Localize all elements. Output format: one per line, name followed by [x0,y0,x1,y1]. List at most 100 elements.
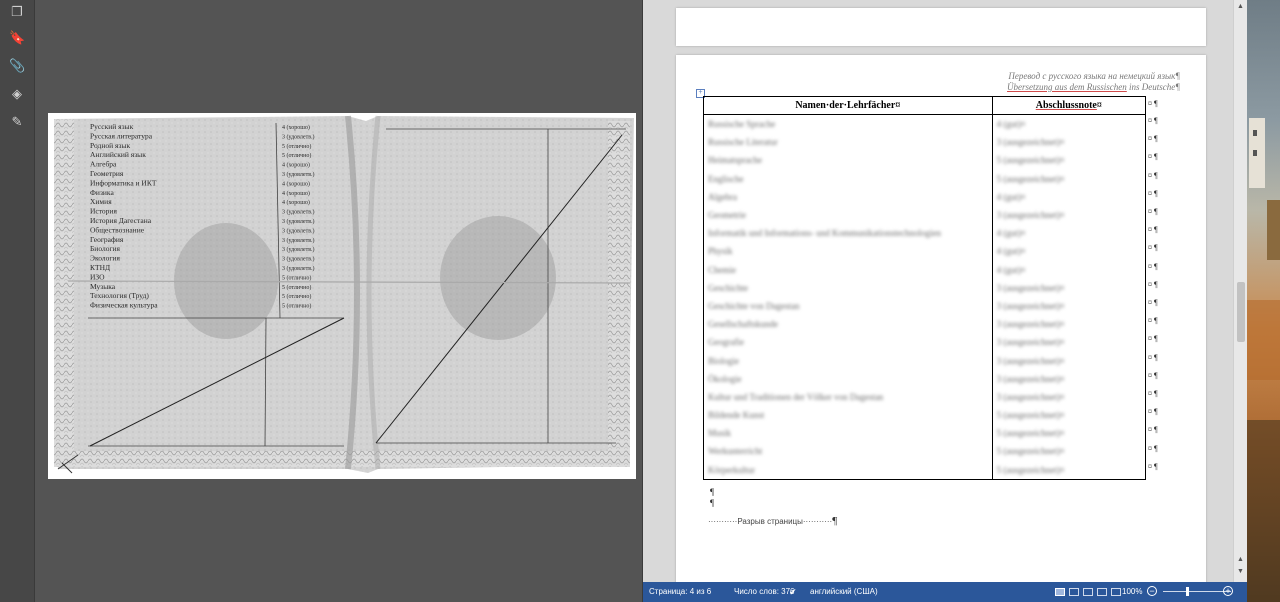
table-row: Bildende Kunst 5 (ausgezeichnet)¤ [703,406,1147,425]
page-counter[interactable]: Страница: 4 из 6 [649,582,711,602]
scan-grade-text: 3 (удовлетв.) [282,218,315,225]
grade-cell[interactable]: 5 (ausgezeichnet)¤ [992,151,1147,170]
subject-cell[interactable]: Werkunterricht [703,442,993,461]
scanned-certificate-image: Русский язык 4 (хорошо) Русская литература… [54,115,634,474]
subject-cell[interactable]: Gesellschaftskunde [703,315,993,334]
row-end-mark: ¤ ¶ [1148,298,1158,307]
scan-subject-text: История [90,207,117,216]
table-header-row: Namen·der·Lehrfächer¤ Abschlussnote¤ [703,96,1147,115]
pdf-tool-sidebar: ❐ 🔖 📎 ◈ ✎ [0,0,35,602]
current-page[interactable]: Перевод с русского языка на немецкий язы… [676,55,1206,582]
scan-subject-text: Русский язык [90,122,134,131]
grade-cell[interactable]: 3 (ausgezeichnet)¤ [992,351,1147,370]
grades-table[interactable]: Namen·der·Lehrfächer¤ Abschlussnote¤ Rus… [703,96,1147,480]
zoom-in-button[interactable]: + [1223,586,1233,596]
grade-cell[interactable]: 5 (ausgezeichnet)¤ [992,424,1147,443]
grade-cell[interactable]: 3 (ausgezeichnet)¤ [992,133,1147,152]
scroll-down-icon[interactable]: ▼ [1237,568,1244,575]
word-count[interactable]: Число слов: 376 [734,582,794,602]
subject-cell[interactable]: Physik [703,242,993,261]
table-row: Russische Literatur 3 (ausgezeichnet)¤ [703,133,1147,152]
scroll-page-up-icon[interactable]: ▲ [1237,556,1244,563]
row-end-mark: ¤ ¶ [1148,188,1158,198]
row-end-mark: ¤ ¶ [1148,261,1158,271]
layers-icon[interactable]: ◈ [9,86,25,102]
grade-cell[interactable]: 3 (ausgezeichnet)¤ [992,315,1147,334]
bookmark-icon[interactable]: 🔖 [9,30,25,46]
full-screen-reading-icon[interactable] [1069,588,1079,596]
table-row: Heimatsprache 5 (ausgezeichnet)¤ [703,151,1147,170]
subject-cell[interactable]: Russische Literatur [703,133,993,152]
zoom-out-button[interactable]: − [1147,586,1157,596]
grade-cell[interactable]: 4 (gut)¤ [992,187,1147,206]
subject-cell[interactable]: Körperkultur [703,460,993,480]
grade-cell[interactable]: 4 (gut)¤ [992,260,1147,279]
scan-grade-text: 3 (удовлетв.) [282,256,315,263]
scan-grade-text: 5 (отлично) [282,284,311,291]
scan-subject-text: Технология (Труд) [90,291,149,300]
scan-subject-text: Обществознание [90,225,145,234]
zoom-level[interactable]: 100% [1122,582,1142,602]
paragraph-mark: ¶ [710,487,715,497]
subject-cell[interactable]: Russische Sprache [703,114,993,134]
row-end-mark: ¤ ¶ [1148,443,1158,453]
table-row: Körperkultur 5 (ausgezeichnet)¤ [703,460,1147,480]
grade-cell[interactable]: 3 (ausgezeichnet)¤ [992,369,1147,388]
subject-cell[interactable]: Geometrie [703,205,993,225]
zoom-slider-thumb[interactable] [1186,587,1189,596]
grade-cell[interactable]: 3 (ausgezeichnet)¤ [992,296,1147,316]
grade-cell[interactable]: 3 (ausgezeichnet)¤ [992,387,1147,406]
grade-cell[interactable]: 4 (gut)¤ [992,114,1147,134]
pages-icon[interactable]: ❐ [9,4,25,20]
zoom-slider[interactable] [1163,591,1231,592]
grade-cell[interactable]: 5 (ausgezeichnet)¤ [992,406,1147,425]
grade-cell[interactable]: 5 (ausgezeichnet)¤ [992,169,1147,188]
subject-cell[interactable]: Geografie [703,333,993,352]
scan-grade-text: 4 (хорошо) [282,199,310,206]
header-grade-text: Abschlussnote [1035,100,1097,111]
subject-cell[interactable]: Chemie [703,260,993,279]
language-indicator[interactable]: английский (США) [810,582,878,602]
subject-cell[interactable]: Englische [703,169,993,188]
page-break: ···········Разрыв страницы···········¶ [708,515,837,527]
subject-cell[interactable]: Geschichte von Dagestan [703,296,993,316]
header-subject[interactable]: Namen·der·Lehrfächer¤ [703,96,993,115]
scan-grade-text: 3 (удовлетв.) [282,227,315,234]
grade-cell[interactable]: 4 (gut)¤ [992,242,1147,261]
paperclip-icon[interactable]: 📎 [9,58,25,74]
subject-cell[interactable]: Geschichte [703,278,993,297]
subject-cell[interactable]: Ökologie [703,369,993,388]
draft-view-icon[interactable] [1111,588,1121,596]
scroll-up-icon[interactable]: ▲ [1237,3,1244,10]
grade-cell[interactable]: 4 (gut)¤ [992,224,1147,243]
vertical-scrollbar[interactable]: ▲ ▲ ▼ [1233,0,1248,582]
table-row: Biologie 3 (ausgezeichnet)¤ [703,351,1147,370]
subject-cell[interactable]: Kultur und Traditionen der Völker von Da… [703,387,993,406]
header-grade[interactable]: Abschlussnote¤ [991,96,1147,115]
subject-cell[interactable]: Musik [703,424,993,443]
grade-cell[interactable]: 3 (ausgezeichnet)¤ [992,205,1147,225]
scan-subject-text: Информатика и ИКТ [90,178,157,187]
subject-cell[interactable]: Informatik und Informations- und Kommuni… [703,224,993,243]
translation-note: Перевод с русского языка на немецкий язы… [1007,71,1180,93]
document-canvas[interactable]: Перевод с русского языка на немецкий язы… [643,0,1233,582]
previous-page [676,8,1206,46]
grade-cell[interactable]: 5 (ausgezeichnet)¤ [992,442,1147,461]
subject-cell[interactable]: Heimatsprache [703,151,993,170]
signature-icon[interactable]: ✎ [9,114,25,130]
grade-cell[interactable]: 3 (ausgezeichnet)¤ [992,333,1147,352]
scan-grade-text: 5 (отлично) [282,152,311,159]
page-break-pilcrow: ¶ [832,515,838,527]
print-layout-view-icon[interactable] [1055,588,1065,596]
web-layout-icon[interactable] [1083,588,1093,596]
grade-cell[interactable]: 5 (ausgezeichnet)¤ [992,460,1147,480]
proofing-icon[interactable]: ✔ [789,582,797,602]
scrollbar-thumb[interactable] [1237,282,1245,342]
subject-cell[interactable]: Algebra [703,187,993,206]
outline-view-icon[interactable] [1097,588,1107,596]
subject-cell[interactable]: Bildende Kunst [703,406,993,425]
word-window: Перевод с русского языка на немецкий язы… [643,0,1248,602]
grade-cell[interactable]: 3 (ausgezeichnet)¤ [992,278,1147,297]
scan-subject-text: Музыка [90,282,116,291]
subject-cell[interactable]: Biologie [703,351,993,370]
